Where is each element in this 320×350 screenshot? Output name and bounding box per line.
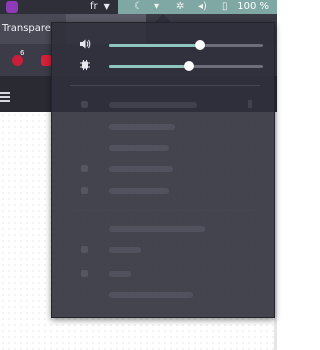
menu-item[interactable] bbox=[52, 161, 276, 177]
brightness-slider-row bbox=[52, 58, 276, 74]
volume-slider[interactable] bbox=[109, 40, 263, 50]
brightness-slider-handle[interactable] bbox=[184, 61, 195, 71]
night-light-icon: ☾ bbox=[134, 1, 143, 12]
volume-icon: ◂) bbox=[198, 1, 207, 12]
menu-item[interactable] bbox=[52, 221, 276, 237]
top-panel: fr ▼ ☾ ▾ ✲ ◂) ▯ 100 % bbox=[0, 0, 277, 14]
chevron-down-icon: ▼ bbox=[103, 2, 110, 11]
menu-item-label bbox=[109, 292, 193, 298]
lock-icon bbox=[81, 270, 88, 277]
menu-item[interactable] bbox=[52, 242, 276, 258]
menu-item[interactable] bbox=[52, 266, 276, 282]
volume-slider-handle[interactable] bbox=[194, 40, 205, 50]
accessibility-icon: ✲ bbox=[176, 1, 185, 12]
menu-item-label bbox=[109, 102, 197, 108]
menu-separator bbox=[70, 210, 260, 211]
settings-icon bbox=[81, 246, 88, 253]
menu-item-label bbox=[109, 247, 141, 253]
wifi-icon bbox=[81, 101, 88, 108]
brightness-icon bbox=[79, 59, 91, 71]
menu-item[interactable] bbox=[52, 97, 276, 113]
system-menu-popover bbox=[51, 22, 275, 318]
menu-item-label bbox=[109, 271, 131, 277]
menu-item[interactable] bbox=[52, 140, 276, 156]
volume-slider-row bbox=[52, 37, 276, 53]
menu-item[interactable] bbox=[52, 183, 276, 199]
volume-slider-fill bbox=[109, 44, 200, 47]
menu-item[interactable] bbox=[52, 119, 276, 135]
battery-percentage: 100 % bbox=[237, 1, 269, 12]
menu-item-label bbox=[109, 226, 205, 232]
menu-item-label bbox=[109, 124, 175, 130]
app-launcher-icon[interactable] bbox=[6, 1, 18, 13]
battery-icon: ▯ bbox=[222, 1, 228, 12]
extension-badge: 6 bbox=[20, 49, 25, 57]
network-icon: ▾ bbox=[154, 1, 160, 12]
menu-item-icon bbox=[81, 165, 88, 172]
hamburger-menu-icon[interactable] bbox=[0, 92, 10, 104]
menu-item-label bbox=[109, 188, 169, 194]
popover-arrow bbox=[155, 14, 171, 22]
menu-item-icon bbox=[81, 187, 88, 194]
speaker-volume-icon bbox=[79, 38, 91, 50]
keyboard-layout-indicator[interactable]: fr ▼ bbox=[86, 0, 114, 14]
system-status-area[interactable]: ☾ ▾ ✲ ◂) ▯ 100 % bbox=[118, 0, 277, 14]
chevron-right-icon bbox=[248, 100, 252, 108]
menu-item-label bbox=[109, 145, 169, 151]
brightness-slider[interactable] bbox=[109, 61, 263, 71]
menu-item[interactable] bbox=[52, 287, 276, 303]
tab-title: Transpare bbox=[2, 23, 51, 34]
menu-separator bbox=[70, 85, 260, 86]
menu-item-label bbox=[109, 166, 173, 172]
keyboard-layout-label: fr bbox=[90, 1, 98, 12]
brightness-slider-fill bbox=[109, 65, 190, 68]
